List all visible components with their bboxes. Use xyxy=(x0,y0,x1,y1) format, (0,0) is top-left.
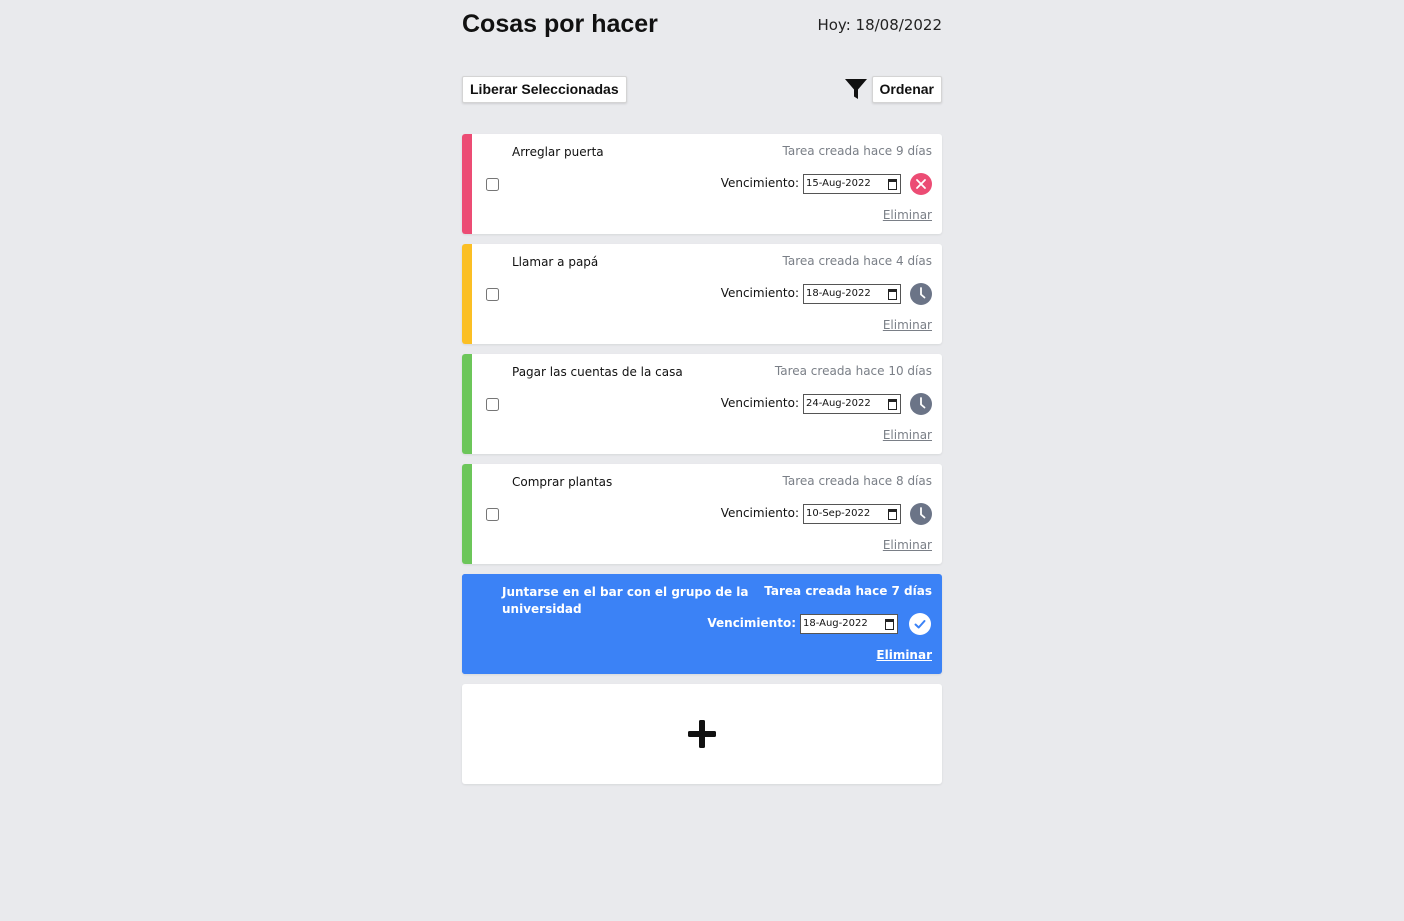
calendar-icon[interactable] xyxy=(888,509,897,520)
today-date: Hoy: 18/08/2022 xyxy=(817,16,942,34)
sort-button[interactable]: Ordenar xyxy=(871,76,942,103)
priority-stripe xyxy=(462,244,472,344)
due-date-value: 18-Aug-2022 xyxy=(806,288,871,299)
x-circle-icon xyxy=(910,173,932,195)
calendar-icon[interactable] xyxy=(888,399,897,410)
calendar-icon[interactable] xyxy=(888,289,897,300)
delete-link[interactable]: Eliminar xyxy=(883,538,932,552)
todo-page: Cosas por hacer Hoy: 18/08/2022 Liberar … xyxy=(462,0,942,784)
toolbar: Liberar Seleccionadas Ordenar xyxy=(462,60,942,134)
task-name: Arreglar puerta xyxy=(512,145,604,159)
due-date-input[interactable]: 10-Sep-2022 xyxy=(803,504,901,524)
due-date-input[interactable]: 15-Aug-2022 xyxy=(803,174,901,194)
due-date-value: 15-Aug-2022 xyxy=(806,178,871,189)
delete-link[interactable]: Eliminar xyxy=(883,318,932,332)
task-checkbox[interactable] xyxy=(486,398,499,411)
task-name: Llamar a papá xyxy=(512,255,599,269)
clock-icon xyxy=(910,503,932,525)
task-card: Comprar plantas Tarea creada hace 8 días… xyxy=(462,464,942,564)
priority-stripe xyxy=(462,134,472,234)
header: Cosas por hacer Hoy: 18/08/2022 xyxy=(462,0,942,60)
due-label: Vencimiento: xyxy=(720,176,799,190)
task-created: Tarea creada hace 7 días xyxy=(764,584,932,598)
task-checkbox[interactable] xyxy=(486,288,499,301)
due-date-value: 18-Aug-2022 xyxy=(803,618,868,629)
delete-link[interactable]: Eliminar xyxy=(883,208,932,222)
due-label: Vencimiento: xyxy=(720,396,799,410)
task-checkbox[interactable] xyxy=(486,508,499,521)
calendar-icon[interactable] xyxy=(885,619,894,630)
page-title: Cosas por hacer xyxy=(462,10,658,38)
due-date-input[interactable]: 18-Aug-2022 xyxy=(803,284,901,304)
task-created: Tarea creada hace 4 días xyxy=(782,254,932,268)
task-name: Pagar las cuentas de la casa xyxy=(512,365,683,379)
due-label: Vencimiento: xyxy=(720,286,799,300)
task-card: Juntarse en el bar con el grupo de la un… xyxy=(462,574,942,674)
delete-link[interactable]: Eliminar xyxy=(876,648,932,662)
task-created: Tarea creada hace 8 días xyxy=(782,474,932,488)
due-date-input[interactable]: 24-Aug-2022 xyxy=(803,394,901,414)
task-list: Arreglar puerta Tarea creada hace 9 días… xyxy=(462,134,942,674)
clock-icon xyxy=(910,283,932,305)
priority-stripe xyxy=(462,464,472,564)
task-created: Tarea creada hace 9 días xyxy=(782,144,932,158)
add-task-button[interactable] xyxy=(462,684,942,784)
due-label: Vencimiento: xyxy=(707,616,796,630)
clock-icon xyxy=(910,393,932,415)
due-date-value: 24-Aug-2022 xyxy=(806,398,871,409)
task-name: Comprar plantas xyxy=(512,475,613,489)
task-card: Arreglar puerta Tarea creada hace 9 días… xyxy=(462,134,942,234)
delete-link[interactable]: Eliminar xyxy=(883,428,932,442)
priority-stripe xyxy=(462,354,472,454)
filter-icon[interactable] xyxy=(844,77,868,101)
due-date-input[interactable]: 18-Aug-2022 xyxy=(800,614,898,634)
task-card: Llamar a papá Tarea creada hace 4 días V… xyxy=(462,244,942,344)
free-selected-button[interactable]: Liberar Seleccionadas xyxy=(462,76,627,103)
task-created: Tarea creada hace 10 días xyxy=(774,364,932,378)
due-label: Vencimiento: xyxy=(720,506,799,520)
due-date-value: 10-Sep-2022 xyxy=(806,508,871,519)
task-checkbox[interactable] xyxy=(486,178,499,191)
priority-stripe xyxy=(462,574,472,674)
check-circle-icon xyxy=(909,613,931,635)
calendar-icon[interactable] xyxy=(888,179,897,190)
task-name: Juntarse en el bar con el grupo de la un… xyxy=(502,585,749,616)
task-card: Pagar las cuentas de la casa Tarea cread… xyxy=(462,354,942,454)
plus-icon xyxy=(688,720,716,748)
